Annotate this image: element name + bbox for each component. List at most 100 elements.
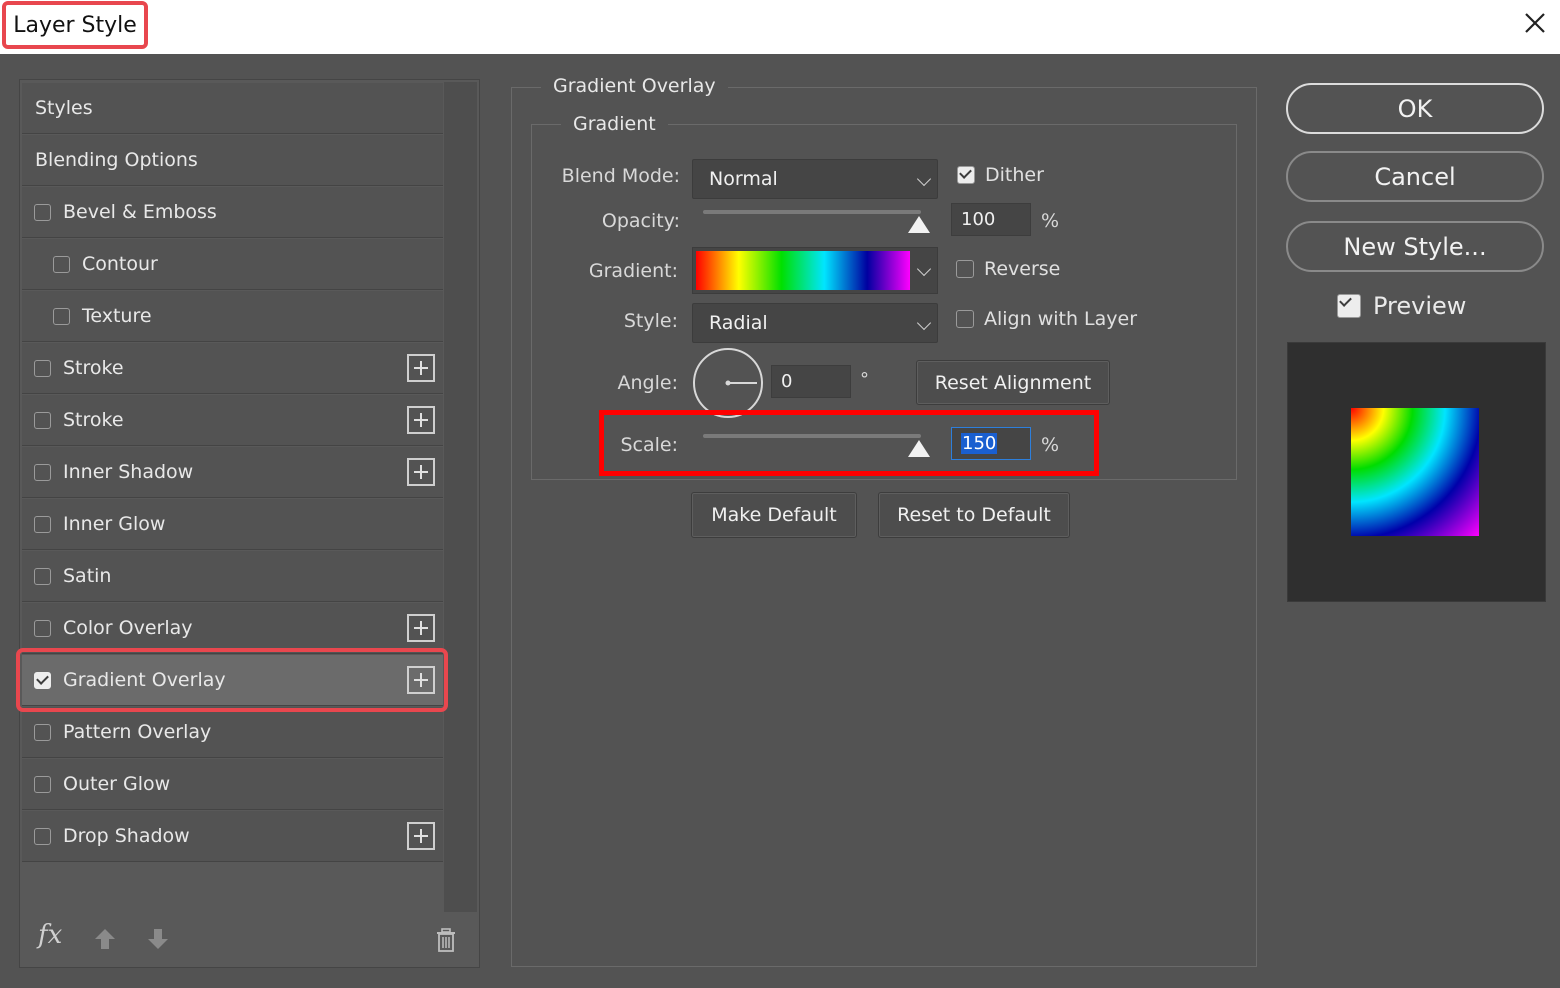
style-item-contour[interactable]: Contour <box>22 239 443 290</box>
blend-mode-label: Blend Mode: <box>520 165 680 187</box>
style-item-stroke[interactable]: Stroke <box>22 343 443 394</box>
style-item-label: Inner Shadow <box>63 461 407 483</box>
angle-input[interactable]: 0 <box>771 365 851 398</box>
style-select[interactable]: Radial <box>692 303 938 343</box>
blend-mode-select[interactable]: Normal <box>692 159 938 199</box>
section-title: Gradient Overlay <box>541 75 728 97</box>
style-checkbox[interactable] <box>34 776 51 793</box>
style-checkbox[interactable] <box>34 724 51 741</box>
opacity-value: 100 <box>961 209 995 230</box>
dither-label: Dither <box>985 164 1044 186</box>
blend-mode-value: Normal <box>709 168 778 190</box>
preview-checkbox[interactable]: Preview <box>1337 292 1466 320</box>
style-item-label: Styles <box>35 97 443 119</box>
angle-label: Angle: <box>518 372 678 394</box>
fx-label: fx <box>38 920 62 950</box>
style-checkbox[interactable] <box>34 204 51 221</box>
preview-check-icon <box>1337 294 1361 318</box>
align-with-layer-checkbox[interactable]: Align with Layer <box>956 308 1137 330</box>
reverse-checkbox[interactable]: Reverse <box>956 258 1060 280</box>
style-item-satin[interactable]: Satin <box>22 551 443 602</box>
preview-label: Preview <box>1373 292 1466 320</box>
reverse-label: Reverse <box>984 258 1060 280</box>
style-checkbox[interactable] <box>34 620 51 637</box>
chevron-down-icon <box>917 172 931 186</box>
style-item-blending-options[interactable]: Blending Options <box>22 135 443 186</box>
style-item-label: Contour <box>82 253 443 275</box>
style-item-styles[interactable]: Styles <box>22 83 443 134</box>
scale-highlight <box>599 410 1099 476</box>
gradient-picker[interactable] <box>692 247 938 294</box>
style-checkbox[interactable] <box>34 828 51 845</box>
styles-toolbar: fx <box>22 918 462 962</box>
align-check-icon <box>956 310 974 328</box>
chevron-down-icon <box>917 316 931 330</box>
align-with-layer-label: Align with Layer <box>984 308 1137 330</box>
new-style-button[interactable]: New Style... <box>1286 221 1544 272</box>
style-item-label: Inner Glow <box>63 513 443 535</box>
style-item-drop-shadow[interactable]: Drop Shadow <box>22 811 443 862</box>
cancel-button[interactable]: Cancel <box>1286 151 1544 202</box>
style-item-label: Outer Glow <box>63 773 443 795</box>
style-checkbox[interactable] <box>53 308 70 325</box>
add-icon[interactable] <box>407 614 435 642</box>
make-default-button[interactable]: Make Default <box>691 492 857 538</box>
arrow-down-icon[interactable] <box>145 926 171 956</box>
style-item-label: Bevel & Emboss <box>63 201 443 223</box>
style-item-inner-shadow[interactable]: Inner Shadow <box>22 447 443 498</box>
add-icon[interactable] <box>407 406 435 434</box>
opacity-slider-track[interactable] <box>703 210 921 214</box>
trash-icon[interactable] <box>433 926 459 958</box>
reset-to-default-button[interactable]: Reset to Default <box>878 492 1070 538</box>
style-checkbox[interactable] <box>53 256 70 273</box>
style-item-label: Pattern Overlay <box>63 721 443 743</box>
reverse-check-icon <box>956 260 974 278</box>
opacity-slider-thumb[interactable] <box>908 216 930 233</box>
style-item-label: Texture <box>82 305 443 327</box>
reset-alignment-button[interactable]: Reset Alignment <box>916 360 1110 405</box>
chevron-down-icon[interactable] <box>917 262 931 276</box>
opacity-label: Opacity: <box>520 210 680 232</box>
style-item-stroke[interactable]: Stroke <box>22 395 443 446</box>
style-item-bevel-emboss[interactable]: Bevel & Emboss <box>22 187 443 238</box>
dither-check-icon <box>957 166 975 184</box>
add-icon[interactable] <box>407 822 435 850</box>
add-icon[interactable] <box>407 458 435 486</box>
style-item-label: Color Overlay <box>63 617 407 639</box>
style-item-label: Drop Shadow <box>63 825 407 847</box>
opacity-input[interactable]: 100 <box>951 203 1031 236</box>
dither-checkbox[interactable]: Dither <box>957 164 1044 186</box>
style-item-label: Satin <box>63 565 443 587</box>
window-title: Layer Style <box>2 1 148 49</box>
style-checkbox[interactable] <box>34 464 51 481</box>
group-title: Gradient <box>561 113 668 135</box>
close-icon[interactable] <box>1515 6 1555 46</box>
ok-button[interactable]: OK <box>1286 83 1544 134</box>
title-bar <box>0 0 1560 54</box>
style-label: Style: <box>518 310 678 332</box>
add-icon[interactable] <box>407 354 435 382</box>
style-item-label: Blending Options <box>35 149 443 171</box>
angle-value: 0 <box>781 371 792 392</box>
selected-item-highlight <box>16 648 448 712</box>
fx-icon[interactable]: fx <box>38 920 62 950</box>
style-item-outer-glow[interactable]: Outer Glow <box>22 759 443 810</box>
style-checkbox[interactable] <box>34 412 51 429</box>
style-item-texture[interactable]: Texture <box>22 291 443 342</box>
styles-scrollbar[interactable] <box>444 82 477 912</box>
style-checkbox[interactable] <box>34 516 51 533</box>
style-checkbox[interactable] <box>34 568 51 585</box>
style-item-label: Stroke <box>63 357 407 379</box>
style-item-color-overlay[interactable]: Color Overlay <box>22 603 443 654</box>
gradient-swatch[interactable] <box>696 251 910 290</box>
style-checkbox[interactable] <box>34 360 51 377</box>
style-value: Radial <box>709 312 768 334</box>
style-item-label: Stroke <box>63 409 407 431</box>
style-item-pattern-overlay[interactable]: Pattern Overlay <box>22 707 443 758</box>
arrow-up-icon[interactable] <box>92 926 118 956</box>
preview-swatch <box>1351 408 1479 536</box>
gradient-label: Gradient: <box>518 260 678 282</box>
opacity-unit: % <box>1041 210 1059 232</box>
angle-unit: ° <box>860 369 869 390</box>
style-item-inner-glow[interactable]: Inner Glow <box>22 499 443 550</box>
